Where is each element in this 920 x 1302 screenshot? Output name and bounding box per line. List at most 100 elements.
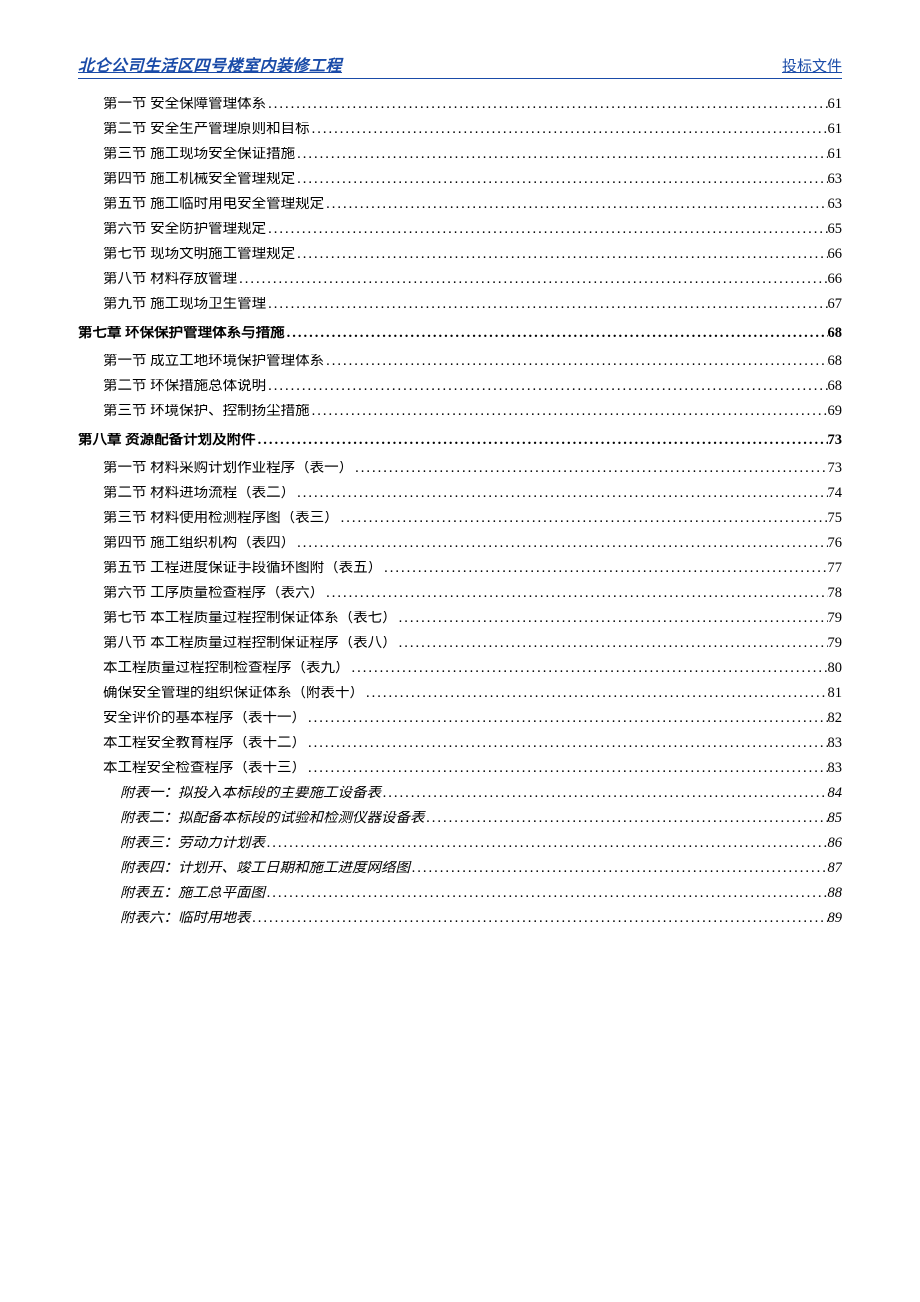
toc-leader-dots (310, 404, 828, 419)
toc-entry-label: 本工程安全教育程序（表十二） (103, 736, 306, 751)
toc-entry: 附表三：劳动力计划表86 (78, 836, 842, 851)
toc-entry-page: 83 (828, 761, 843, 776)
header-title-right: 投标文件 (782, 55, 842, 76)
toc-leader-dots (324, 354, 827, 369)
toc-entry: 第三节 施工现场安全保证措施 61 (78, 147, 842, 162)
toc-leader-dots (266, 222, 827, 237)
toc-entry-page: 83 (828, 736, 843, 751)
toc-entry-label: 第六节 工序质量检查程序（表六） (103, 586, 324, 601)
toc-leader-dots (339, 511, 828, 526)
toc-entry-label: 附表一：拟投入本标段的主要施工设备表 (120, 786, 381, 801)
page-header: 北仑公司生活区四号楼室内装修工程 投标文件 (78, 52, 842, 79)
toc-entry-label: 第二节 材料进场流程（表二） (103, 486, 295, 501)
toc-entry-label: 本工程安全检查程序（表十三） (103, 761, 306, 776)
toc-entry-page: 79 (828, 611, 843, 626)
toc-entry-page: 68 (828, 379, 843, 394)
toc-entry-label: 第七节 本工程质量过程控制保证体系（表七） (103, 611, 397, 626)
toc-entry: 第七章 环保保护管理体系与措施68 (78, 326, 842, 341)
toc-entry: 第二节 安全生产管理原则和目标 61 (78, 122, 842, 137)
toc-entry-page: 79 (828, 636, 843, 651)
toc-entry-page: 88 (828, 886, 843, 901)
toc-entry: 附表一：拟投入本标段的主要施工设备表84 (78, 786, 842, 801)
toc-entry: 第三节 环境保护、控制扬尘措施69 (78, 404, 842, 419)
toc-entry-label: 第三节 施工现场安全保证措施 (103, 147, 295, 162)
toc-entry-label: 第四节 施工组织机构（表四） (103, 536, 295, 551)
toc-entry: 第四节 施工机械安全管理规定63 (78, 172, 842, 187)
toc-entry: 附表二：拟配备本标段的试验和检测仪器设备表85 (78, 811, 842, 826)
toc-leader-dots (266, 379, 827, 394)
toc-entry-label: 第九节 施工现场卫生管理 (103, 297, 266, 312)
toc-entry-page: 61 (828, 147, 843, 162)
toc-entry-label: 第二节 安全生产管理原则和目标 (103, 122, 310, 137)
toc-entry-page: 82 (828, 711, 843, 726)
toc-entry-label: 第一节 材料采购计划作业程序（表一） (103, 461, 353, 476)
toc-entry: 第七节 本工程质量过程控制保证体系（表七） 79 (78, 611, 842, 626)
toc-entry: 第八章 资源配备计划及附件 73 (78, 433, 842, 448)
toc-entry-label: 第一节 成立工地环境保护管理体系 (103, 354, 324, 369)
toc-entry: 确保安全管理的组织保证体系（附表十）81 (78, 686, 842, 701)
toc-leader-dots (381, 786, 828, 801)
toc-entry-page: 89 (828, 911, 843, 926)
toc-entry: 第八节 材料存放管理66 (78, 272, 842, 287)
toc-entry-label: 第五节 工程进度保证手段循环图附（表五） (103, 561, 382, 576)
toc-entry-page: 81 (828, 686, 843, 701)
toc-leader-dots (364, 686, 828, 701)
toc-leader-dots (251, 911, 828, 926)
toc-entry-label: 第七章 环保保护管理体系与措施 (78, 326, 285, 341)
toc-leader-dots (306, 711, 828, 726)
toc-leader-dots (324, 197, 827, 212)
toc-entry-page: 76 (828, 536, 843, 551)
toc-entry: 安全评价的基本程序（表十一）82 (78, 711, 842, 726)
toc-entry-page: 67 (828, 297, 843, 312)
toc-entry: 第六节 安全防护管理规定65 (78, 222, 842, 237)
toc-entry-label: 第八节 本工程质量过程控制保证程序（表八） (103, 636, 397, 651)
toc-entry: 第九节 施工现场卫生管理 67 (78, 297, 842, 312)
toc-entry: 附表六：临时用地表89 (78, 911, 842, 926)
toc-leader-dots (295, 247, 827, 262)
toc-entry-page: 73 (828, 461, 843, 476)
toc-entry: 第三节 材料使用检测程序图（表三）75 (78, 511, 842, 526)
toc-entry: 第一节 安全保障管理体系61 (78, 97, 842, 112)
toc-leader-dots (265, 836, 828, 851)
toc-entry: 第八节 本工程质量过程控制保证程序（表八） 79 (78, 636, 842, 651)
toc-entry-label: 第四节 施工机械安全管理规定 (103, 172, 295, 187)
toc-entry: 第七节 现场文明施工管理规定 66 (78, 247, 842, 262)
toc-entry-page: 73 (828, 433, 843, 448)
toc-entry-page: 66 (828, 247, 843, 262)
toc-leader-dots (285, 326, 828, 341)
toc-entry-page: 66 (828, 272, 843, 287)
toc-entry: 第二节 材料进场流程（表二）74 (78, 486, 842, 501)
toc-entry: 第五节 施工临时用电安全管理规定63 (78, 197, 842, 212)
toc-leader-dots (350, 661, 828, 676)
toc-leader-dots (265, 886, 828, 901)
toc-entry-label: 第三节 环境保护、控制扬尘措施 (103, 404, 310, 419)
toc-leader-dots (295, 172, 827, 187)
toc-entry-label: 本工程质量过程控制检查程序（表九） (103, 661, 350, 676)
toc-entry: 第六节 工序质量检查程序（表六）78 (78, 586, 842, 601)
toc-entry-page: 61 (828, 122, 843, 137)
table-of-contents: 第一节 安全保障管理体系61第二节 安全生产管理原则和目标61第三节 施工现场安… (78, 97, 842, 926)
toc-leader-dots (295, 147, 827, 162)
toc-entry: 第五节 工程进度保证手段循环图附（表五） 77 (78, 561, 842, 576)
toc-entry-page: 63 (828, 197, 843, 212)
toc-leader-dots (295, 486, 827, 501)
toc-entry-page: 61 (828, 97, 843, 112)
toc-entry: 第四节 施工组织机构（表四） 76 (78, 536, 842, 551)
toc-entry-page: 87 (828, 861, 843, 876)
toc-entry-label: 附表五：施工总平面图 (120, 886, 265, 901)
toc-leader-dots (324, 586, 827, 601)
toc-entry-label: 第八章 资源配备计划及附件 (78, 433, 256, 448)
toc-leader-dots (397, 636, 828, 651)
toc-entry-label: 第六节 安全防护管理规定 (103, 222, 266, 237)
toc-entry-label: 附表二：拟配备本标段的试验和检测仪器设备表 (120, 811, 425, 826)
header-title-left: 北仑公司生活区四号楼室内装修工程 (78, 52, 342, 76)
toc-entry: 第二节 环保措施总体说明 68 (78, 379, 842, 394)
toc-entry: 本工程安全教育程序（表十二） 83 (78, 736, 842, 751)
toc-entry-label: 第七节 现场文明施工管理规定 (103, 247, 295, 262)
toc-leader-dots (425, 811, 828, 826)
toc-entry-page: 77 (828, 561, 843, 576)
toc-leader-dots (306, 736, 828, 751)
toc-entry-page: 80 (828, 661, 843, 676)
toc-leader-dots (353, 461, 827, 476)
toc-entry-label: 第二节 环保措施总体说明 (103, 379, 266, 394)
